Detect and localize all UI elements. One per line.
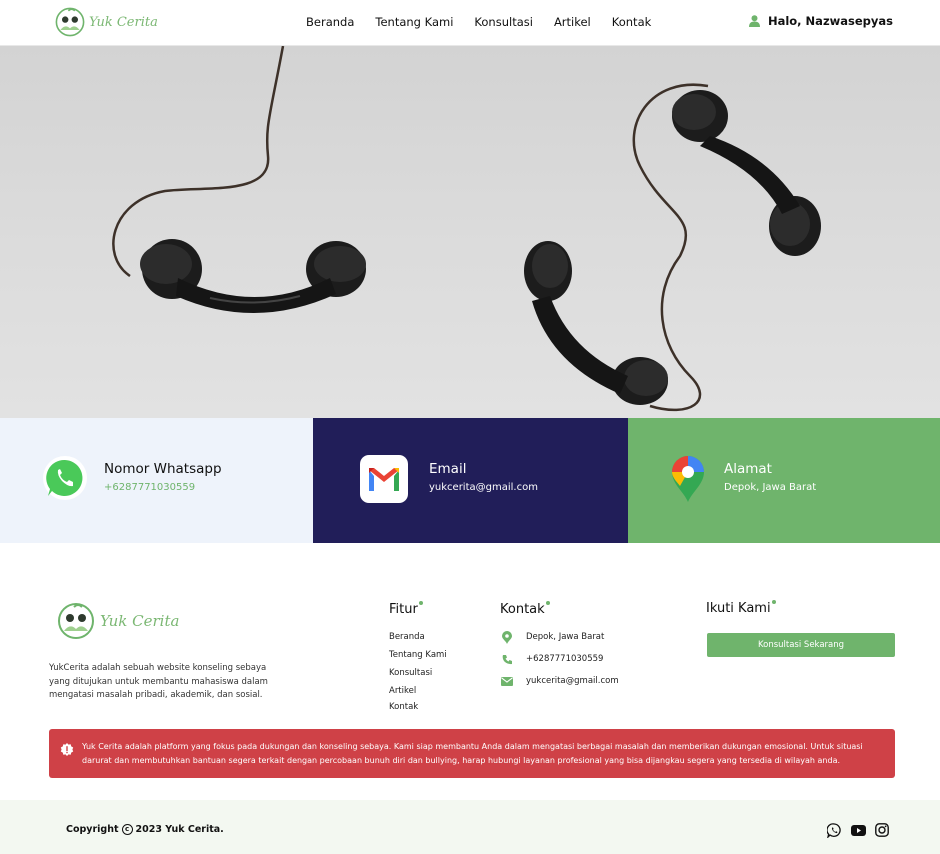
copyright-symbol: c [121,824,133,835]
card-value-email: yukcerita@gmail.com [429,482,538,493]
gmail-icon [360,455,408,503]
user-icon [748,15,760,27]
whatsapp-icon[interactable] [826,822,842,838]
brand-logo[interactable]: Yuk Cerita [54,3,158,41]
fitur-link-kontak[interactable]: Kontak [389,702,418,712]
maps-pin-icon [672,456,704,502]
fitur-link-beranda[interactable]: Beranda [389,632,425,642]
fitur-link-artikel[interactable]: Artikel [389,686,416,696]
kontak-title-text: Kontak [500,602,545,617]
card-value-whatsapp: +6287771030559 [104,482,196,493]
footer-logo-text: Yuk Cerita [100,612,180,630]
accent-dot [771,600,776,604]
fitur-link-konsultasi[interactable]: Konsultasi [389,668,432,678]
kontak-address-text: Depok, Jawa Barat [526,632,605,642]
telephone-handset-right [524,83,821,412]
copyright-prefix: Copyright [66,824,119,835]
alert-text: Yuk Cerita adalah platform yang fokus pa… [82,742,863,765]
card-title-email: Email [429,461,467,477]
main-nav: Beranda Tentang Kami Konsultasi Artikel … [306,15,672,29]
contact-card-whatsapp[interactable]: Nomor Whatsapp +6287771030559 [0,418,313,543]
logo-mark-icon [58,603,94,639]
ikuti-title-text: Ikuti Kami [706,601,771,616]
fitur-title-text: Fitur [389,602,418,617]
fitur-title: Fitur [389,601,423,617]
card-title-alamat: Alamat [724,461,772,477]
accent-dot [418,601,423,605]
copyright-suffix: 2023 Yuk Cerita. [135,824,224,835]
nav-tentang-kami[interactable]: Tentang Kami [375,15,453,29]
contact-cards: Nomor Whatsapp +6287771030559 Email yukc… [0,418,940,543]
hero-image [0,46,940,418]
konsultasi-sekarang-button[interactable]: Konsultasi Sekarang [707,633,895,657]
instagram-icon[interactable] [874,822,890,838]
alert-icon [60,743,74,756]
youtube-icon[interactable] [850,822,866,838]
kontak-phone-text: +6287771030559 [526,654,604,664]
phone-icon [500,652,514,666]
card-title-whatsapp: Nomor Whatsapp [104,461,222,477]
bottom-bar: Copyright c 2023 Yuk Cerita. [0,800,940,854]
accent-dot [545,601,550,605]
nav-artikel[interactable]: Artikel [554,15,591,29]
nav-kontak[interactable]: Kontak [612,15,652,29]
social-links [826,822,898,838]
footer-description: YukCerita adalah sebuah website konselin… [49,663,268,700]
kontak-email-text: yukcerita@gmail.com [526,676,619,686]
fitur-link-tentang-kami[interactable]: Tentang Kami [389,650,447,660]
user-greeting: Halo, Nazwasepyas [767,14,893,28]
logo-text: Yuk Cerita [89,14,158,30]
navbar: Yuk Cerita Beranda Tentang Kami Konsulta… [0,0,940,46]
footer-logo[interactable]: Yuk Cerita [56,601,179,641]
kontak-title: Kontak [500,601,550,617]
contact-card-alamat[interactable]: Alamat Depok, Jawa Barat [628,418,940,543]
copyright: Copyright c 2023 Yuk Cerita. [66,824,224,835]
whatsapp-icon [43,456,87,500]
user-menu[interactable]: Halo, Nazwasepyas [748,14,893,28]
card-value-alamat: Depok, Jawa Barat [724,482,817,493]
contact-card-email[interactable]: Email yukcerita@gmail.com [313,418,628,543]
ikuti-title: Ikuti Kami [706,600,776,616]
kontak-item-phone: +6287771030559 [500,652,603,666]
kontak-item-address: Depok, Jawa Barat [500,630,604,644]
emergency-alert: Yuk Cerita adalah platform yang fokus pa… [49,729,895,778]
nav-konsultasi[interactable]: Konsultasi [474,15,533,29]
location-pin-icon [500,630,514,644]
telephone-handset-left [112,46,366,314]
nav-beranda[interactable]: Beranda [306,15,354,29]
logo-mark-icon [55,7,85,37]
mail-icon [500,674,514,688]
kontak-item-email: yukcerita@gmail.com [500,674,619,688]
